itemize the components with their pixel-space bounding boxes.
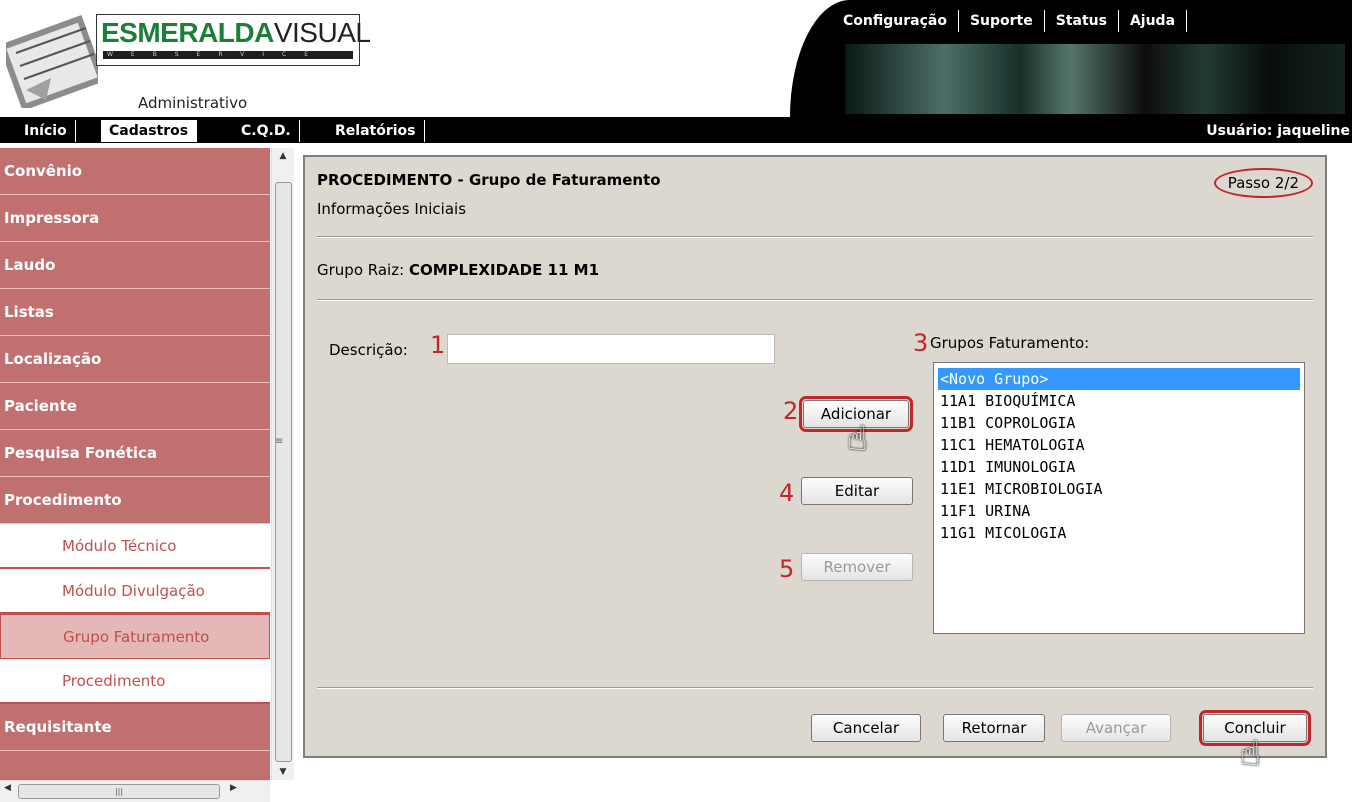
- list-item[interactable]: 11F1 URINA: [938, 500, 1300, 522]
- topnav-configuracao[interactable]: Configuração: [832, 10, 959, 32]
- sidebar-sub-grupo-faturamento[interactable]: Grupo Faturamento: [0, 614, 270, 659]
- scroll-thumb[interactable]: [275, 182, 292, 762]
- sidebar-sub-procedimento[interactable]: Procedimento: [0, 659, 270, 704]
- sidebar-item-listas[interactable]: Listas: [0, 289, 270, 336]
- notebook-logo-icon: [6, 15, 98, 108]
- scroll-grip-icon: ≡: [275, 436, 284, 447]
- sidebar-item-paciente[interactable]: Paciente: [0, 383, 270, 430]
- topnav-ajuda[interactable]: Ajuda: [1119, 10, 1188, 32]
- hand-cursor-icon: ☝: [1240, 734, 1261, 774]
- sidebar: Convênio Impressora Laudo Listas Localiz…: [0, 148, 270, 780]
- sidebar-horizontal-scrollbar[interactable]: ◀ ||| ▶: [0, 780, 270, 802]
- marker-5: 5: [779, 555, 795, 583]
- divider: [317, 299, 1313, 301]
- descricao-label: Descrição:: [329, 341, 408, 359]
- sidebar-item-pesquisa-fonetica[interactable]: Pesquisa Fonética: [0, 430, 270, 477]
- top-nav: Configuração Suporte Status Ajuda: [832, 10, 1188, 32]
- header-matrix-image: [845, 44, 1345, 114]
- marker-2: 2: [783, 397, 799, 425]
- sidebar-item-impressora[interactable]: Impressora: [0, 195, 270, 242]
- cancelar-button[interactable]: Cancelar: [811, 714, 921, 742]
- brand-subtitle: Administrativo: [138, 94, 248, 112]
- remover-button[interactable]: Remover: [801, 553, 913, 581]
- divider: [317, 687, 1313, 689]
- list-item[interactable]: 11C1 HEMATOLOGIA: [938, 434, 1300, 456]
- sidebar-item-procedimento[interactable]: Procedimento: [0, 477, 270, 524]
- list-item[interactable]: 11E1 MICROBIOLOGIA: [938, 478, 1300, 500]
- sidebar-item-next[interactable]: [0, 751, 270, 780]
- brand-part2: VISUAL: [273, 17, 371, 48]
- nav-cqd[interactable]: C.Q.D.: [233, 120, 300, 142]
- page-subtitle: Informações Iniciais: [317, 200, 467, 218]
- page-title: PROCEDIMENTO - Grupo de Faturamento: [317, 171, 661, 189]
- topnav-suporte[interactable]: Suporte: [959, 10, 1045, 32]
- sidebar-item-localizacao[interactable]: Localização: [0, 336, 270, 383]
- marker-4: 4: [779, 479, 795, 507]
- hscroll-thumb[interactable]: |||: [18, 784, 220, 799]
- main-nav: Início Cadastros C.Q.D. Relatórios Usuár…: [0, 117, 1352, 143]
- hand-cursor-icon: ☝: [847, 419, 868, 459]
- grupos-faturamento-list[interactable]: <Novo Grupo> 11A1 BIOQUÍMICA 11B1 COPROL…: [933, 362, 1305, 634]
- sidebar-vertical-scrollbar[interactable]: ▲ ≡ ▼: [271, 148, 294, 780]
- marker-1: 1: [430, 331, 446, 359]
- list-item[interactable]: 11G1 MICOLOGIA: [938, 522, 1300, 544]
- grupos-faturamento-label: Grupos Faturamento:: [930, 334, 1090, 352]
- nav-inicio[interactable]: Início: [16, 120, 76, 142]
- sidebar-sub-modulo-divulgacao[interactable]: Módulo Divulgação: [0, 569, 270, 614]
- retornar-button[interactable]: Retornar: [943, 714, 1045, 742]
- sidebar-item-requisitante[interactable]: Requisitante: [0, 704, 270, 751]
- scroll-left-arrow-icon[interactable]: ◀: [4, 783, 11, 793]
- grupo-raiz: Grupo Raiz: COMPLEXIDADE 11 M1: [317, 261, 599, 279]
- editar-button[interactable]: Editar: [801, 477, 913, 505]
- step-indicator: Passo 2/2: [1213, 168, 1313, 198]
- divider: [317, 236, 1313, 238]
- grupo-raiz-value: COMPLEXIDADE 11 M1: [408, 261, 600, 279]
- sidebar-item-convenio[interactable]: Convênio: [0, 148, 270, 195]
- nav-relatorios[interactable]: Relatórios: [327, 120, 425, 142]
- marker-3: 3: [913, 329, 929, 357]
- wizard-panel: PROCEDIMENTO - Grupo de Faturamento Info…: [303, 155, 1327, 774]
- topnav-status[interactable]: Status: [1045, 10, 1119, 32]
- sidebar-item-laudo[interactable]: Laudo: [0, 242, 270, 289]
- nav-cadastros[interactable]: Cadastros: [101, 120, 198, 142]
- brand-part1: ESMERALDA: [101, 17, 274, 48]
- brand-strip: WEBSERVICE: [103, 51, 353, 59]
- list-item[interactable]: 11D1 IMUNOLOGIA: [938, 456, 1300, 478]
- scroll-down-arrow-icon[interactable]: ▼: [272, 764, 294, 780]
- avancar-button[interactable]: Avançar: [1061, 714, 1171, 742]
- sidebar-sub-modulo-tecnico[interactable]: Módulo Técnico: [0, 524, 270, 569]
- grupo-raiz-label: Grupo Raiz:: [317, 261, 405, 279]
- descricao-input[interactable]: [447, 334, 775, 364]
- list-item[interactable]: <Novo Grupo>: [938, 368, 1300, 390]
- scroll-up-arrow-icon[interactable]: ▲: [272, 148, 294, 164]
- list-item[interactable]: 11A1 BIOQUÍMICA: [938, 390, 1300, 412]
- brand-logo: ESMERALDAVISUAL WEBSERVICE: [96, 14, 371, 66]
- app-header: ESMERALDAVISUAL WEBSERVICE Administrativ…: [0, 0, 1352, 117]
- list-item[interactable]: 11B1 COPROLOGIA: [938, 412, 1300, 434]
- scroll-right-arrow-icon[interactable]: ▶: [230, 783, 237, 793]
- user-label: Usuário: jaqueline: [1206, 123, 1350, 139]
